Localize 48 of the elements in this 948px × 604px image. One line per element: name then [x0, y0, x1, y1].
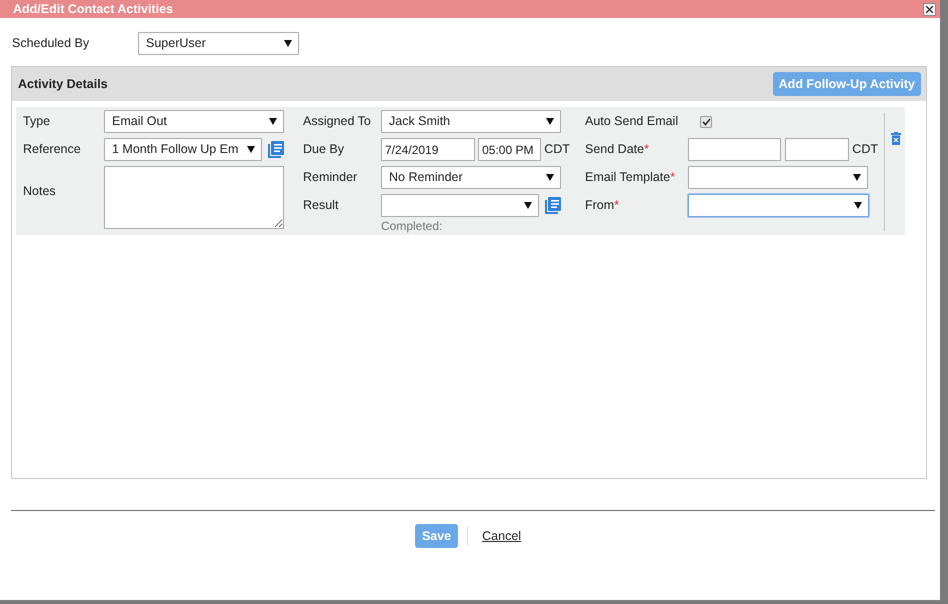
select-field[interactable]: 1 Month Follow Up Em: [104, 138, 262, 161]
timezone-label: CDT: [852, 141, 878, 158]
caret-icon: [524, 202, 532, 209]
section-title: Activity Details: [18, 76, 108, 93]
select-field[interactable]: Email Out: [104, 110, 284, 133]
required-mark: *: [644, 142, 649, 156]
field-label: Reminder: [303, 170, 358, 184]
caret-icon: [269, 118, 277, 125]
caret-icon: [853, 174, 861, 181]
caret-icon: [247, 146, 255, 153]
select-field[interactable]: No Reminder: [381, 166, 561, 189]
dialog-title: Add/Edit Contact Activities: [13, 0, 173, 18]
time-field[interactable]: [784, 138, 850, 161]
date-field[interactable]: [688, 138, 782, 161]
field-label: From: [585, 198, 614, 212]
caret-icon: [854, 202, 862, 209]
completed-label: Completed:: [381, 218, 444, 235]
notes-field[interactable]: [104, 166, 284, 229]
field-label: Email Template: [585, 170, 670, 184]
close-icon: [926, 6, 933, 12]
required-mark: *: [670, 170, 676, 184]
caret-icon: [546, 118, 554, 125]
field-label: Send Date: [585, 142, 644, 156]
required-mark: *: [614, 198, 620, 212]
list-icon[interactable]: [268, 141, 284, 158]
select-field[interactable]: [688, 166, 868, 189]
auto-send-checkbox[interactable]: [700, 116, 712, 128]
field-label: Assigned To: [303, 114, 371, 128]
timezone-label: CDT: [544, 141, 570, 158]
close-button[interactable]: [923, 2, 936, 16]
select-field[interactable]: [381, 194, 539, 217]
field-label: Reference: [23, 142, 81, 156]
cancel-link[interactable]: Cancel: [482, 526, 522, 546]
field-label: Notes: [23, 184, 56, 198]
select-field[interactable]: Jack Smith: [381, 110, 561, 133]
caret-icon: [284, 40, 292, 46]
field-label: Auto Send Email: [585, 114, 678, 128]
date-field[interactable]: 7/24/2019: [381, 138, 475, 161]
select-field[interactable]: SuperUser: [138, 32, 299, 54]
field-label: Due By: [303, 142, 344, 156]
time-field[interactable]: 05:00 PM: [478, 138, 542, 161]
caret-icon: [546, 174, 554, 181]
field-label: Type: [23, 114, 50, 128]
select-field[interactable]: [688, 194, 869, 217]
delete-icon[interactable]: [891, 132, 902, 146]
list-icon[interactable]: [545, 197, 561, 214]
field-label: Scheduled By: [12, 34, 90, 52]
field-label: Result: [303, 198, 338, 212]
